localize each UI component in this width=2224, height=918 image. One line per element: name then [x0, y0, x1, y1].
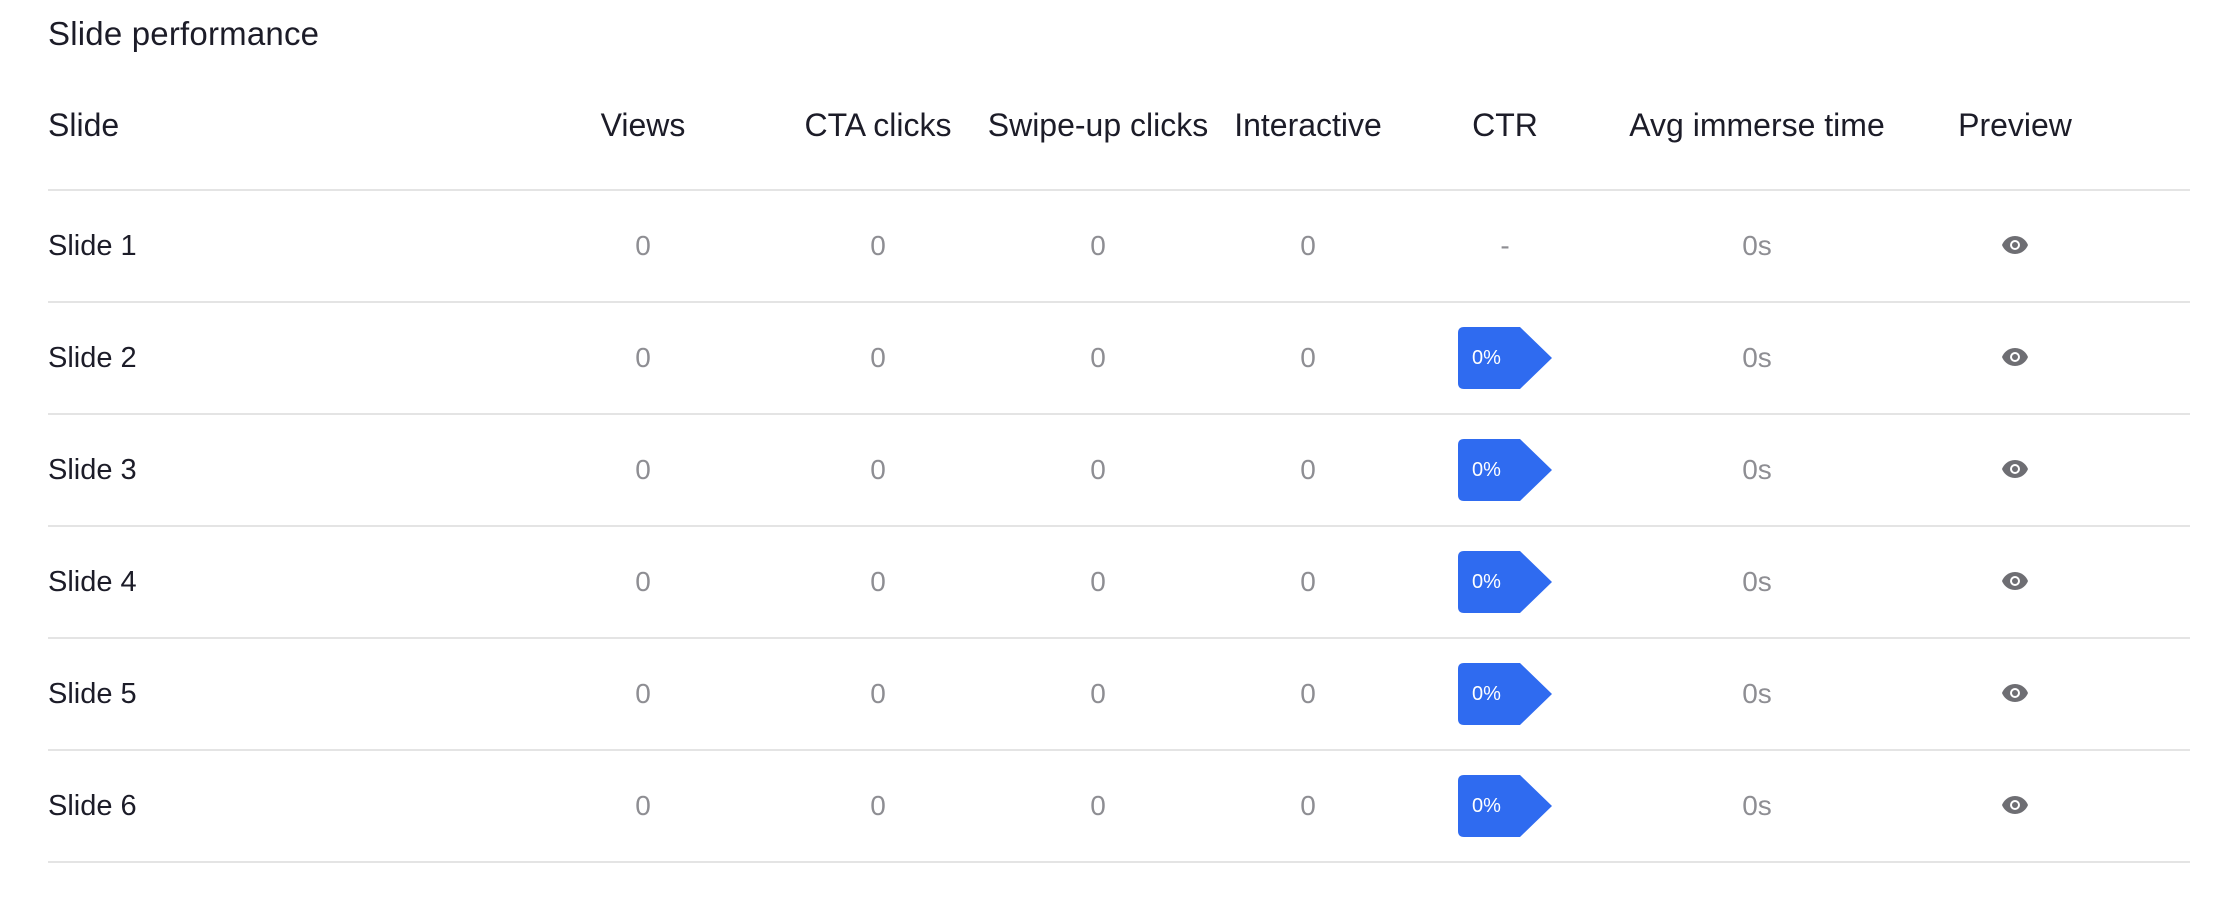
avg-immerse-time-value: 0s: [1742, 678, 1772, 709]
slide-name: Slide 3: [48, 453, 137, 486]
swipe-up-clicks-value: 0: [1090, 790, 1106, 821]
ctr-cell: 0%: [1440, 551, 1570, 613]
eye-icon[interactable]: [2001, 790, 2029, 814]
cta-clicks-value: 0: [870, 342, 886, 373]
ctr-badge-label: 0%: [1472, 346, 1501, 369]
eye-icon-svg: [2002, 796, 2028, 814]
slide-name: Slide 6: [48, 789, 137, 822]
avg-immerse-time-value: 0s: [1742, 790, 1772, 821]
swipe-up-clicks-value: 0: [1090, 230, 1106, 261]
ctr-badge-label: 0%: [1472, 794, 1501, 817]
slide-name: Slide 1: [48, 229, 137, 262]
ctr-badge-label: 0%: [1472, 682, 1501, 705]
header-views[interactable]: Views: [588, 101, 698, 144]
preview-cell: [1940, 454, 2090, 486]
cta-clicks-value: 0: [870, 678, 886, 709]
slide-performance-section: Slide performance Slide Views CTA clicks…: [0, 0, 2224, 863]
slide-name: Slide 2: [48, 341, 137, 374]
views-value: 0: [635, 230, 651, 261]
preview-cell: [1940, 342, 2090, 374]
ctr-cell: 0%: [1440, 327, 1570, 389]
cta-clicks-value: 0: [870, 790, 886, 821]
ctr-badge-label: 0%: [1472, 458, 1501, 481]
table-row: Slide 3 0 0 0 0 0% 0s: [48, 415, 2190, 527]
eye-icon-svg: [2002, 348, 2028, 366]
avg-immerse-time-value: 0s: [1742, 566, 1772, 597]
table-row: Slide 2 0 0 0 0 0% 0s: [48, 303, 2190, 415]
cta-clicks-value: 0: [870, 230, 886, 261]
header-preview: Preview: [1958, 107, 2072, 143]
ctr-cell: 0%: [1440, 775, 1570, 837]
table-row: Slide 5 0 0 0 0 0% 0s: [48, 639, 2190, 751]
swipe-up-clicks-value: 0: [1090, 678, 1106, 709]
interactive-value: 0: [1300, 678, 1316, 709]
slide-name: Slide 5: [48, 677, 137, 710]
eye-icon[interactable]: [2001, 678, 2029, 702]
views-value: 0: [635, 342, 651, 373]
eye-icon[interactable]: [2001, 342, 2029, 366]
eye-icon[interactable]: [2001, 566, 2029, 590]
table-header-row: Slide Views CTA clicks Swipe-up clicks I…: [48, 101, 2190, 191]
eye-icon-svg: [2002, 684, 2028, 702]
eye-icon[interactable]: [2001, 454, 2029, 478]
header-interactive[interactable]: Interactive: [1218, 101, 1398, 144]
ctr-badge: 0%: [1458, 551, 1552, 613]
preview-cell: [1940, 566, 2090, 598]
views-value: 0: [635, 678, 651, 709]
eye-icon-svg: [2002, 572, 2028, 590]
section-title: Slide performance: [48, 15, 320, 52]
slide-performance-table: Slide Views CTA clicks Swipe-up clicks I…: [48, 101, 2190, 863]
header-ctr[interactable]: CTR: [1440, 101, 1570, 144]
eye-icon-svg: [2002, 460, 2028, 478]
swipe-up-clicks-value: 0: [1090, 342, 1106, 373]
swipe-up-clicks-value: 0: [1090, 454, 1106, 485]
ctr-cell: 0%: [1440, 439, 1570, 501]
avg-immerse-time-value: 0s: [1742, 454, 1772, 485]
eye-icon[interactable]: [2001, 230, 2029, 254]
table-row: Slide 4 0 0 0 0 0% 0s: [48, 527, 2190, 639]
eye-icon-svg: [2002, 236, 2028, 254]
header-avg-immerse-time[interactable]: Avg immerse time: [1612, 101, 1902, 144]
ctr-empty-dash: -: [1500, 230, 1510, 261]
header-swipe-up-clicks[interactable]: Swipe-up clicks: [978, 101, 1218, 144]
views-value: 0: [635, 566, 651, 597]
preview-cell: [1940, 790, 2090, 822]
ctr-badge: 0%: [1458, 663, 1552, 725]
ctr-badge: 0%: [1458, 327, 1552, 389]
avg-immerse-time-value: 0s: [1742, 342, 1772, 373]
ctr-cell: 0%: [1440, 663, 1570, 725]
header-cta-clicks[interactable]: CTA clicks: [798, 101, 958, 144]
interactive-value: 0: [1300, 566, 1316, 597]
swipe-up-clicks-value: 0: [1090, 566, 1106, 597]
ctr-badge-label: 0%: [1472, 570, 1501, 593]
cta-clicks-value: 0: [870, 566, 886, 597]
table-row: Slide 6 0 0 0 0 0% 0s: [48, 751, 2190, 863]
header-slide[interactable]: Slide: [48, 101, 588, 144]
preview-cell: [1940, 678, 2090, 710]
ctr-cell: -: [1440, 230, 1570, 262]
interactive-value: 0: [1300, 454, 1316, 485]
cta-clicks-value: 0: [870, 454, 886, 485]
slide-name: Slide 4: [48, 565, 137, 598]
ctr-badge: 0%: [1458, 775, 1552, 837]
avg-immerse-time-value: 0s: [1742, 230, 1772, 261]
interactive-value: 0: [1300, 790, 1316, 821]
table-row: Slide 1 0 0 0 0 - 0s: [48, 191, 2190, 303]
views-value: 0: [635, 790, 651, 821]
ctr-badge: 0%: [1458, 439, 1552, 501]
interactive-value: 0: [1300, 342, 1316, 373]
preview-cell: [1940, 230, 2090, 262]
table-body: Slide 1 0 0 0 0 - 0s Slide 2 0 0 0 0 0% …: [48, 191, 2190, 863]
interactive-value: 0: [1300, 230, 1316, 261]
views-value: 0: [635, 454, 651, 485]
